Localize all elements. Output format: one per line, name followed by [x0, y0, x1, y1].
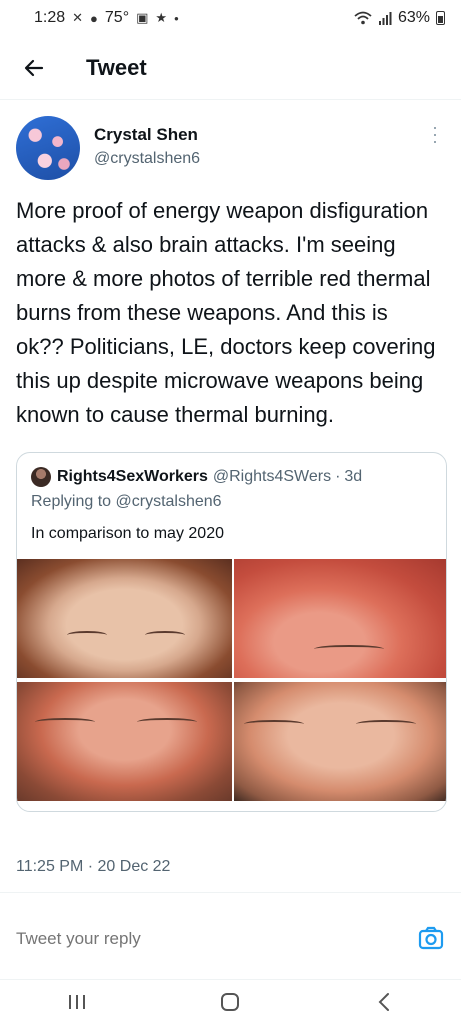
tweet-text: More proof of energy weapon disfiguratio…: [16, 198, 436, 427]
quote-text: In comparison to may 2020: [31, 525, 224, 542]
quote-separator: ·: [335, 468, 341, 485]
system-back-button[interactable]: [354, 984, 414, 1020]
author-handle[interactable]: @crystalshen6: [94, 148, 200, 170]
status-time: 1:28: [34, 9, 66, 26]
status-temperature: 75°: [104, 9, 130, 26]
battery-percent: 63%: [397, 9, 430, 26]
quote-author-handle: @Rights4SWers: [212, 468, 332, 485]
dot-icon: •: [174, 10, 179, 26]
camera-glyph: [418, 926, 444, 950]
eye-mark: [356, 720, 416, 728]
app-notification-icon: ▣: [136, 10, 149, 25]
home-icon: [221, 993, 240, 1011]
mute-icon: ✕: [72, 10, 84, 25]
status-left: 1:28 ✕ ● 75° ▣ ★ •: [34, 9, 179, 27]
back-chevron-icon: [378, 993, 390, 1011]
quote-author-name: Rights4SexWorkers: [57, 468, 208, 485]
quote-time: 3d: [344, 468, 363, 485]
status-bar: 1:28 ✕ ● 75° ▣ ★ • 63%: [0, 0, 461, 36]
quoted-tweet[interactable]: Rights4SexWorkers @Rights4SWers · 3d Rep…: [16, 452, 447, 812]
photo-grid: [17, 559, 446, 801]
back-button[interactable]: [14, 48, 54, 88]
author-row: Crystal Shen @crystalshen6 · · ·: [16, 116, 445, 180]
eye-mark: [67, 631, 107, 639]
author-names[interactable]: Crystal Shen @crystalshen6: [94, 124, 200, 170]
android-nav-bar: [0, 980, 461, 1024]
signal-icon: [378, 12, 392, 25]
author-name[interactable]: Crystal Shen: [94, 124, 200, 146]
eye-mark: [314, 645, 384, 653]
reply-bar: [0, 892, 461, 980]
tweet-timestamp[interactable]: 11:25 PM · 20 Dec 22: [16, 858, 170, 876]
eye-mark: [137, 718, 197, 726]
camera-icon[interactable]: [416, 923, 446, 953]
battery-icon: [436, 11, 445, 25]
notification-icon: ●: [90, 10, 98, 26]
header: Tweet: [0, 36, 461, 100]
eye-mark: [35, 718, 95, 726]
star-icon: ★: [155, 10, 168, 25]
recents-icon: [68, 995, 85, 1009]
status-right: 63%: [354, 9, 445, 27]
quote-avatar: [31, 467, 51, 487]
eye-mark: [244, 720, 304, 728]
eye-mark: [145, 631, 185, 639]
photo-face-2[interactable]: [234, 559, 446, 678]
author-avatar[interactable]: [16, 116, 80, 180]
wifi-icon: [354, 11, 372, 25]
quote-header: Rights4SexWorkers @Rights4SWers · 3d: [17, 453, 446, 487]
quote-replying-to: Replying to @crystalshen6: [31, 493, 222, 510]
photo-face-1[interactable]: [17, 559, 232, 678]
recents-button[interactable]: [47, 984, 107, 1020]
tweet: Crystal Shen @crystalshen6 · · · More proo…: [0, 100, 461, 812]
page-title: Tweet: [86, 54, 147, 80]
more-vertical-icon[interactable]: · · ·: [425, 118, 445, 150]
home-button[interactable]: [200, 984, 260, 1020]
reply-input[interactable]: [16, 929, 376, 949]
photo-face-3[interactable]: [17, 682, 232, 801]
arrow-left-icon: [24, 59, 44, 76]
photo-face-4[interactable]: [234, 682, 446, 801]
